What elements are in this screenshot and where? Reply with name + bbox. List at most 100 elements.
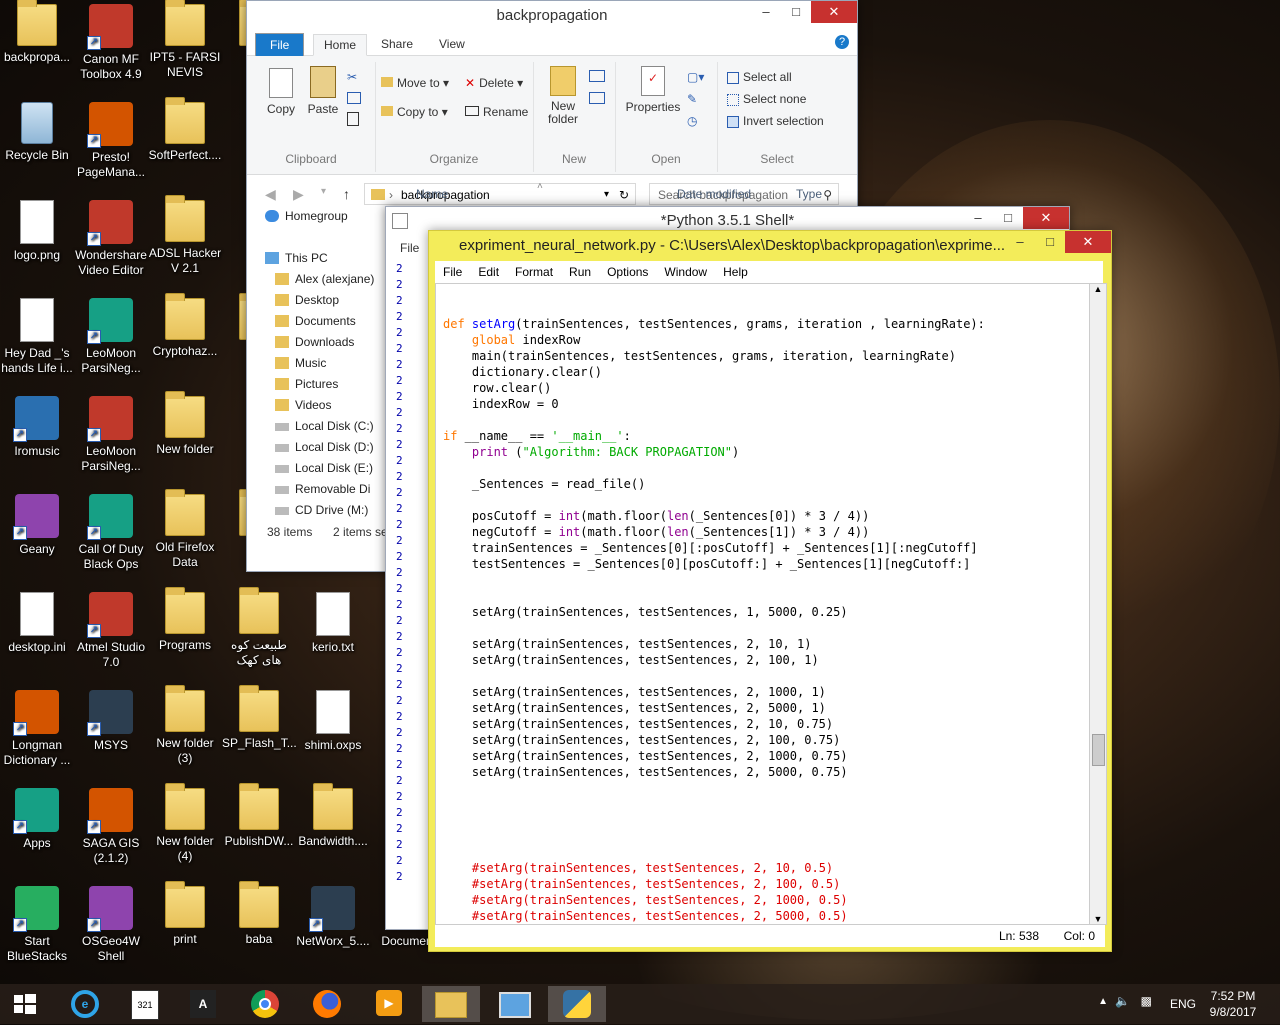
- nav-item[interactable]: Music: [275, 356, 326, 370]
- desktop-icon[interactable]: shimi.oxps: [296, 690, 370, 753]
- code-area[interactable]: def setArg(trainSentences, testSentences…: [435, 283, 1091, 925]
- desktop-icon[interactable]: New folder: [148, 391, 222, 457]
- start-button[interactable]: [0, 986, 50, 1022]
- column-date[interactable]: Date modified: [677, 187, 751, 201]
- menu-window[interactable]: Window: [656, 261, 715, 283]
- desktop-icon[interactable]: ↗ LeoMoon ParsiNeg...: [74, 298, 148, 376]
- nav-item[interactable]: This PC: [265, 251, 328, 265]
- desktop-icon[interactable]: ↗ Longman Dictionary ...: [0, 690, 74, 768]
- nav-item[interactable]: Videos: [275, 398, 331, 412]
- desktop-icon[interactable]: ↗ MSYS: [74, 690, 148, 753]
- rename-button[interactable]: Rename: [465, 105, 528, 119]
- menu-run[interactable]: Run: [561, 261, 599, 283]
- desktop-icon[interactable]: PublishDW...: [222, 783, 296, 849]
- address-dropdown-icon[interactable]: ▾: [604, 184, 609, 206]
- desktop-icon[interactable]: logo.png: [0, 200, 74, 263]
- nav-item[interactable]: Local Disk (E:): [275, 461, 373, 475]
- close-button[interactable]: ✕: [811, 1, 857, 23]
- easy-access-icon[interactable]: [589, 92, 605, 104]
- shell-maximize-button[interactable]: □: [993, 207, 1023, 229]
- nav-item[interactable]: Pictures: [275, 377, 338, 391]
- desktop-icon[interactable]: Recycle Bin: [0, 102, 74, 163]
- paste-shortcut-icon[interactable]: [347, 112, 359, 126]
- nav-item[interactable]: Downloads: [275, 335, 354, 349]
- nav-item[interactable]: Documents: [275, 314, 356, 328]
- open-icon[interactable]: ▢▾: [687, 70, 704, 84]
- desktop-icon[interactable]: ↗ Geany: [0, 494, 74, 557]
- taskbar-firefox[interactable]: [298, 986, 356, 1022]
- vertical-scrollbar[interactable]: ▲ ▼: [1089, 283, 1107, 925]
- desktop-icon[interactable]: ↗ LeoMoon ParsiNeg...: [74, 396, 148, 474]
- move-to-button[interactable]: Move to ▾: [381, 76, 449, 90]
- taskbar-chrome[interactable]: [236, 986, 294, 1022]
- desktop-icon[interactable]: ↗ Call Of Duty Black Ops: [74, 494, 148, 572]
- clock[interactable]: 7:52 PM 9/8/2017: [1206, 989, 1260, 1019]
- desktop-icon[interactable]: ↗ Wondershare Video Editor: [74, 200, 148, 278]
- history-icon[interactable]: ◷: [687, 114, 697, 128]
- taskbar-media-player[interactable]: 321: [116, 986, 174, 1022]
- select-all-button[interactable]: Select all: [727, 70, 792, 84]
- desktop-icon[interactable]: ↗ Canon MF Toolbox 4.9: [74, 4, 148, 82]
- language-indicator[interactable]: ENG: [1170, 997, 1196, 1011]
- desktop-icon[interactable]: طبیعت کوه های کهک: [222, 587, 296, 668]
- desktop-icon[interactable]: ADSL Hacker V 2.1: [148, 195, 222, 276]
- menu-options[interactable]: Options: [599, 261, 656, 283]
- desktop-icon[interactable]: ↗ OSGeo4W Shell: [74, 886, 148, 964]
- nav-item[interactable]: Local Disk (C:): [275, 419, 374, 433]
- desktop-icon[interactable]: Hey Dad _'s hands Life i...: [0, 298, 74, 376]
- menu-edit[interactable]: Edit: [470, 261, 507, 283]
- column-name[interactable]: Name: [416, 187, 448, 201]
- help-icon[interactable]: ?: [835, 35, 849, 49]
- desktop-icon[interactable]: Old Firefox Data: [148, 489, 222, 570]
- desktop-icon[interactable]: ↗ Atmel Studio 7.0: [74, 592, 148, 670]
- shell-minimize-button[interactable]: –: [963, 207, 993, 229]
- desktop-icon[interactable]: ↗ Start BlueStacks: [0, 886, 74, 964]
- shell-menu-file[interactable]: File: [400, 241, 419, 255]
- column-type[interactable]: Type: [796, 187, 822, 201]
- properties-button[interactable]: ✓ Properties: [625, 66, 681, 114]
- new-item-icon[interactable]: [589, 70, 605, 82]
- menu-format[interactable]: Format: [507, 261, 561, 283]
- desktop-icon[interactable]: kerio.txt: [296, 592, 370, 655]
- desktop-icon[interactable]: ↗ NetWorx_5....: [296, 886, 370, 949]
- desktop-icon[interactable]: Cryptohaz...: [148, 293, 222, 359]
- editor-close-button[interactable]: ✕: [1065, 231, 1111, 253]
- desktop-icon[interactable]: ↗ Apps: [0, 788, 74, 851]
- shell-close-button[interactable]: ✕: [1023, 207, 1069, 229]
- taskbar-file-explorer[interactable]: [422, 986, 480, 1022]
- copy-button[interactable]: Copy: [261, 68, 301, 116]
- tab-home[interactable]: Home: [313, 34, 368, 56]
- tab-view[interactable]: View: [429, 34, 475, 54]
- taskbar-remote-desktop[interactable]: [486, 986, 544, 1022]
- desktop-icon[interactable]: ↗ Presto! PageMana...: [74, 102, 148, 180]
- select-none-button[interactable]: Select none: [727, 92, 806, 106]
- edit-icon[interactable]: ✎: [687, 92, 697, 106]
- tab-share[interactable]: Share: [371, 34, 423, 54]
- address-input[interactable]: › backpropagation ▾ ↻: [364, 183, 636, 205]
- maximize-button[interactable]: □: [781, 1, 811, 23]
- desktop-icon[interactable]: backpropa...: [0, 0, 74, 65]
- scroll-thumb[interactable]: [1092, 734, 1105, 766]
- new-folder-button[interactable]: New folder: [541, 66, 585, 126]
- minimize-button[interactable]: –: [751, 1, 781, 23]
- desktop-icon[interactable]: ↗ Iromusic: [0, 396, 74, 459]
- cut-icon[interactable]: ✂: [347, 70, 357, 84]
- nav-item[interactable]: Local Disk (D:): [275, 440, 374, 454]
- nav-item[interactable]: Desktop: [275, 293, 339, 307]
- menu-help[interactable]: Help: [715, 261, 756, 283]
- desktop-icon[interactable]: Programs: [148, 587, 222, 653]
- menu-file[interactable]: File: [435, 261, 470, 283]
- desktop-icon[interactable]: SoftPerfect....: [148, 97, 222, 163]
- desktop-icon[interactable]: Bandwidth....: [296, 783, 370, 849]
- desktop-icon[interactable]: desktop.ini: [0, 592, 74, 655]
- refresh-icon[interactable]: ↻: [619, 184, 629, 206]
- show-hidden-icons-icon[interactable]: ▲: [1098, 996, 1108, 1007]
- nav-item[interactable]: Removable Di: [275, 482, 370, 496]
- desktop-icon[interactable]: print: [148, 881, 222, 947]
- taskbar-video-player[interactable]: ▶: [360, 986, 418, 1022]
- invert-selection-button[interactable]: Invert selection: [727, 114, 824, 128]
- nav-item[interactable]: Alex (alexjane): [275, 272, 374, 286]
- desktop-icon[interactable]: SP_Flash_T...: [222, 685, 297, 751]
- taskbar-python-idle[interactable]: [548, 986, 606, 1022]
- desktop-icon[interactable]: baba: [222, 881, 296, 947]
